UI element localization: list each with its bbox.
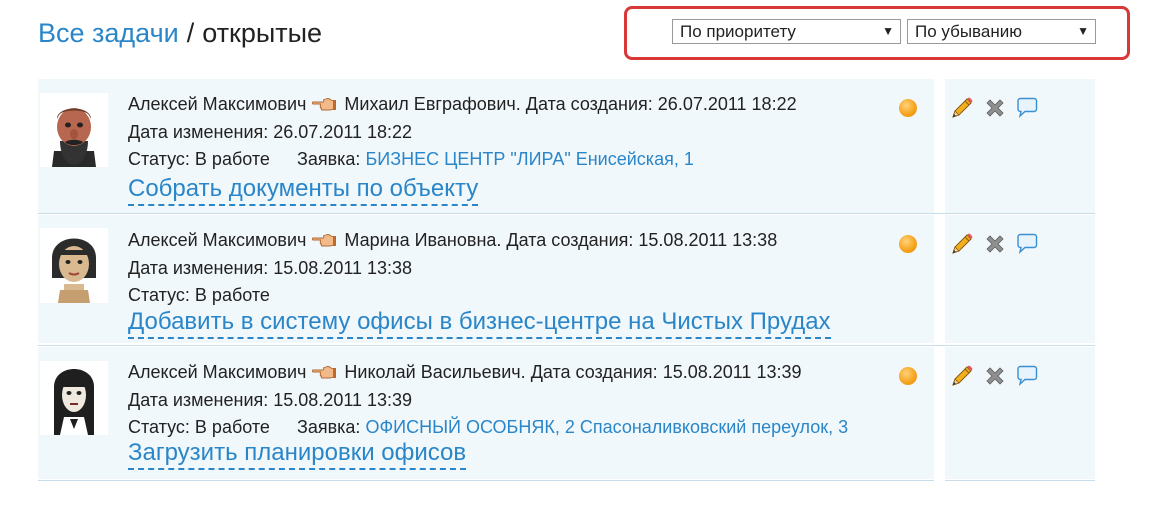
status-label: Статус:	[128, 417, 190, 437]
hand-pointing-icon	[312, 231, 336, 254]
breadcrumb-separator: /	[186, 18, 195, 48]
sort-order-value: По убыванию	[915, 22, 1022, 41]
status-value: В работе	[194, 149, 270, 169]
request-link[interactable]: БИЗНЕС ЦЕНТР "ЛИРА" Енисейская, 1	[365, 149, 693, 169]
changed-date: 15.08.2011 13:39	[273, 390, 413, 410]
avatar	[40, 93, 108, 167]
status-value: В работе	[194, 417, 270, 437]
changed-label: Дата изменения:	[128, 258, 269, 278]
task-meta-line: Алексей Максимович Михаил Евграфович. Дат…	[128, 93, 797, 118]
task-item: Алексей Максимович Николай Васильевич. Да…	[38, 347, 934, 479]
row-divider	[38, 480, 934, 481]
task-meta-line: Алексей Максимович Николай Васильевич. Да…	[128, 361, 801, 386]
created-label: Дата создания:	[530, 362, 658, 382]
task-actions	[945, 347, 1095, 479]
breadcrumb: Все задачи / открытые	[38, 16, 322, 50]
status-label: Статус:	[128, 285, 190, 305]
task-author: Алексей Максимович	[128, 94, 307, 114]
hand-pointing-icon	[312, 95, 336, 118]
priority-dot-icon	[899, 235, 917, 253]
pencil-icon[interactable]	[950, 96, 974, 120]
task-title-link[interactable]: Добавить в систему офисы в бизнес-центре…	[128, 307, 831, 339]
task-title-link[interactable]: Собрать документы по объекту	[128, 174, 479, 206]
changed-label: Дата изменения:	[128, 390, 269, 410]
task-author: Алексей Максимович	[128, 230, 307, 250]
request-link[interactable]: ОФИСНЫЙ ОСОБНЯК, 2 Спасоналивковский пер…	[365, 417, 848, 437]
task-assignee: Марина Ивановна.	[344, 230, 502, 250]
task-changed-line: Дата изменения: 15.08.2011 13:38	[128, 257, 412, 279]
delete-x-icon[interactable]	[983, 364, 1007, 388]
avatar	[40, 361, 108, 435]
task-changed-line: Дата изменения: 26.07.2011 18:22	[128, 121, 412, 143]
task-actions	[945, 79, 1095, 213]
created-date: 26.07.2011 18:22	[657, 94, 797, 114]
pencil-icon[interactable]	[950, 232, 974, 256]
dropdown-arrow-icon: ▼	[882, 24, 894, 38]
task-title-link[interactable]: Загрузить планировки офисов	[128, 438, 467, 470]
created-label: Дата создания:	[506, 230, 634, 250]
changed-date: 26.07.2011 18:22	[273, 122, 413, 142]
pencil-icon[interactable]	[950, 364, 974, 388]
task-assignee: Михаил Евграфович.	[344, 94, 521, 114]
comment-bubble-icon[interactable]	[1015, 96, 1039, 120]
created-date: 15.08.2011 13:39	[662, 362, 802, 382]
task-status-line: Статус: В работе Заявка: БИЗНЕС ЦЕНТР "Л…	[128, 148, 694, 170]
avatar	[40, 228, 108, 303]
priority-dot-icon	[899, 367, 917, 385]
changed-date: 15.08.2011 13:38	[273, 258, 413, 278]
task-meta-line: Алексей Максимович Марина Ивановна. Дата …	[128, 229, 777, 254]
task-author: Алексей Максимович	[128, 362, 307, 382]
created-label: Дата создания:	[525, 94, 653, 114]
row-divider	[945, 480, 1095, 481]
sort-controls: По приоритету ▼ По убыванию ▼	[624, 6, 1130, 60]
status-value: В работе	[194, 285, 270, 305]
task-actions	[945, 215, 1095, 343]
task-changed-line: Дата изменения: 15.08.2011 13:39	[128, 389, 412, 411]
dropdown-arrow-icon: ▼	[1077, 24, 1089, 38]
delete-x-icon[interactable]	[983, 232, 1007, 256]
status-label: Статус:	[128, 149, 190, 169]
comment-bubble-icon[interactable]	[1015, 232, 1039, 256]
sort-field-value: По приоритету	[680, 22, 796, 41]
created-date: 15.08.2011 13:38	[638, 230, 778, 250]
priority-dot-icon	[899, 99, 917, 117]
row-divider	[38, 345, 1095, 346]
request-label: Заявка:	[296, 417, 361, 437]
sort-field-select[interactable]: По приоритету ▼	[672, 19, 901, 44]
breadcrumb-current: открытые	[202, 18, 323, 48]
delete-x-icon[interactable]	[983, 96, 1007, 120]
sort-order-select[interactable]: По убыванию ▼	[907, 19, 1096, 44]
hand-pointing-icon	[312, 363, 336, 386]
task-item: Алексей Максимович Михаил Евграфович. Дат…	[38, 79, 934, 213]
task-item: Алексей Максимович Марина Ивановна. Дата …	[38, 215, 934, 343]
task-status-line: Статус: В работе Заявка: ОФИСНЫЙ ОСОБНЯК…	[128, 416, 848, 438]
changed-label: Дата изменения:	[128, 122, 269, 142]
comment-bubble-icon[interactable]	[1015, 364, 1039, 388]
row-divider	[38, 213, 1095, 214]
task-status-line: Статус: В работе	[128, 284, 270, 306]
request-label: Заявка:	[296, 149, 361, 169]
breadcrumb-all-tasks-link[interactable]: Все задачи	[38, 18, 179, 48]
task-assignee: Николай Васильевич.	[344, 362, 526, 382]
